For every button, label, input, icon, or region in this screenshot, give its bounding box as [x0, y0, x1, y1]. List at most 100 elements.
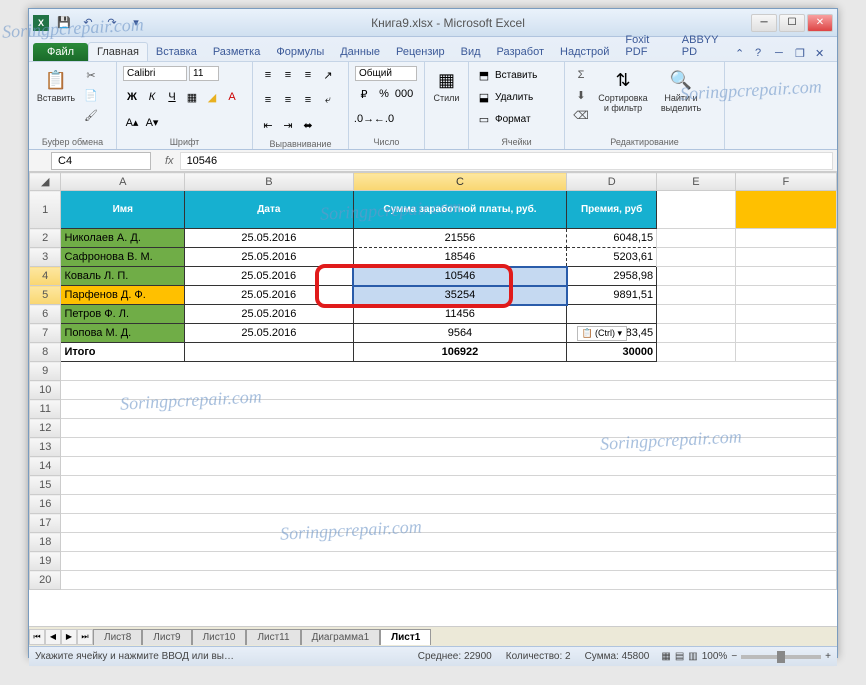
sheet-tab-3[interactable]: Лист11: [246, 629, 300, 645]
doc-restore-icon[interactable]: ❐: [795, 47, 809, 61]
dec-decimal-icon[interactable]: ←.0: [375, 110, 393, 128]
cells-delete-icon[interactable]: ⬓: [475, 88, 493, 106]
col-header-d[interactable]: D: [567, 173, 657, 191]
zoom-out-button[interactable]: −: [731, 651, 737, 662]
underline-button[interactable]: Ч: [163, 88, 181, 106]
indent-dec-icon[interactable]: ⇤: [259, 116, 277, 134]
tab-review[interactable]: Рецензир: [388, 43, 453, 61]
help-icon[interactable]: ?: [755, 47, 769, 61]
close-button[interactable]: ✕: [807, 14, 833, 32]
tab-view[interactable]: Вид: [453, 43, 489, 61]
format-painter-icon[interactable]: 🖌: [81, 106, 101, 124]
tab-abbyy[interactable]: ABBYY PD: [674, 31, 735, 61]
bold-button[interactable]: Ж: [123, 88, 141, 106]
wrap-text-icon[interactable]: ⤶: [319, 91, 337, 109]
font-size-select[interactable]: [189, 66, 219, 81]
row-header-7[interactable]: 7: [30, 324, 61, 343]
number-format-select[interactable]: [355, 66, 417, 81]
merge-icon[interactable]: ⬌: [299, 116, 317, 134]
align-bottom-icon[interactable]: ≡: [299, 66, 317, 84]
col-header-a[interactable]: A: [61, 173, 185, 191]
header-salary[interactable]: Сумма заработной платы, руб.: [353, 191, 567, 229]
cells-insert-icon[interactable]: ⬒: [475, 66, 493, 84]
header-date[interactable]: Дата: [185, 191, 354, 229]
spreadsheet-grid[interactable]: ◢ A B C D E F 1 Имя Дата Сумма заработно…: [29, 172, 837, 626]
tab-layout[interactable]: Разметка: [205, 43, 269, 61]
sheet-nav-last-icon[interactable]: ⏭: [77, 629, 93, 645]
view-layout-icon[interactable]: ▤: [675, 651, 684, 662]
row-header-4[interactable]: 4: [30, 267, 61, 286]
font-color-button[interactable]: A: [223, 88, 241, 106]
header-bonus[interactable]: Премия, руб: [567, 191, 657, 229]
qat-save-icon[interactable]: 💾: [55, 14, 73, 32]
sheet-nav-next-icon[interactable]: ▶: [61, 629, 77, 645]
maximize-button[interactable]: ☐: [779, 14, 805, 32]
view-normal-icon[interactable]: ▦: [661, 651, 670, 662]
file-tab[interactable]: Файл: [33, 43, 88, 61]
col-header-c[interactable]: C: [353, 173, 567, 191]
qat-dropdown-icon[interactable]: ▾: [127, 14, 145, 32]
percent-icon[interactable]: %: [375, 85, 393, 103]
row-header-5[interactable]: 5: [30, 286, 61, 305]
border-button[interactable]: ▦: [183, 88, 201, 106]
cut-icon[interactable]: ✂: [81, 66, 101, 84]
active-cell-c4[interactable]: 10546: [353, 267, 567, 286]
currency-icon[interactable]: ₽: [355, 85, 373, 103]
italic-button[interactable]: К: [143, 88, 161, 106]
formula-bar[interactable]: 10546: [180, 152, 833, 170]
clear-icon[interactable]: ⌫: [571, 106, 591, 124]
name-box[interactable]: [51, 152, 151, 170]
zoom-slider[interactable]: [741, 655, 821, 659]
comma-icon[interactable]: 000: [395, 85, 413, 103]
align-top-icon[interactable]: ≡: [259, 66, 277, 84]
cells-format-icon[interactable]: ▭: [475, 110, 493, 128]
col-header-b[interactable]: B: [185, 173, 354, 191]
sort-filter-button[interactable]: ⇅ Сортировка и фильтр: [595, 66, 651, 116]
selected-cell-c5[interactable]: 35254: [353, 286, 567, 305]
zoom-level[interactable]: 100%: [702, 651, 728, 662]
sheet-tab-2[interactable]: Лист10: [192, 629, 247, 645]
sheet-tab-5[interactable]: Лист1: [380, 629, 431, 645]
col-header-e[interactable]: E: [657, 173, 736, 191]
align-left-icon[interactable]: ≡: [259, 91, 277, 109]
minimize-button[interactable]: ─: [751, 14, 777, 32]
fill-color-button[interactable]: ◢: [203, 88, 221, 106]
fx-icon[interactable]: fx: [159, 155, 180, 167]
copy-icon[interactable]: 📄: [81, 86, 101, 104]
qat-redo-icon[interactable]: ↷: [103, 14, 121, 32]
orientation-icon[interactable]: ↗: [319, 66, 337, 84]
font-name-select[interactable]: [123, 66, 187, 81]
col-header-f[interactable]: F: [735, 173, 836, 191]
align-middle-icon[interactable]: ≡: [279, 66, 297, 84]
sheet-nav-first-icon[interactable]: ⏮: [29, 629, 45, 645]
shrink-font-icon[interactable]: A▾: [143, 113, 161, 131]
sheet-tab-4[interactable]: Диаграмма1: [301, 629, 381, 645]
sheet-tab-1[interactable]: Лист9: [142, 629, 191, 645]
row-header-1[interactable]: 1: [30, 191, 61, 229]
indent-inc-icon[interactable]: ⇥: [279, 116, 297, 134]
doc-minimize-icon[interactable]: ─: [775, 47, 789, 61]
paste-options-tag[interactable]: 📋 (Ctrl) ▾: [577, 326, 627, 341]
select-all-corner[interactable]: ◢: [30, 173, 61, 191]
autosum-icon[interactable]: Σ: [571, 66, 591, 84]
row-header-6[interactable]: 6: [30, 305, 61, 324]
sheet-nav-prev-icon[interactable]: ◀: [45, 629, 61, 645]
doc-close-icon[interactable]: ✕: [815, 47, 829, 61]
tab-foxit[interactable]: Foxit PDF: [617, 31, 673, 61]
tab-data[interactable]: Данные: [332, 43, 388, 61]
zoom-in-button[interactable]: +: [825, 651, 831, 662]
tab-formulas[interactable]: Формулы: [268, 43, 332, 61]
tab-home[interactable]: Главная: [88, 42, 148, 61]
fill-icon[interactable]: ⬇: [571, 86, 591, 104]
header-name[interactable]: Имя: [61, 191, 185, 229]
row-header-3[interactable]: 3: [30, 248, 61, 267]
sheet-tab-0[interactable]: Лист8: [93, 629, 142, 645]
row-header-2[interactable]: 2: [30, 229, 61, 248]
find-select-button[interactable]: 🔍 Найти и выделить: [655, 66, 707, 116]
qat-undo-icon[interactable]: ↶: [79, 14, 97, 32]
styles-button[interactable]: ▦ Стили: [431, 66, 462, 106]
align-right-icon[interactable]: ≡: [299, 91, 317, 109]
tab-insert[interactable]: Вставка: [148, 43, 205, 61]
tab-addins[interactable]: Надстрой: [552, 43, 617, 61]
align-center-icon[interactable]: ≡: [279, 91, 297, 109]
